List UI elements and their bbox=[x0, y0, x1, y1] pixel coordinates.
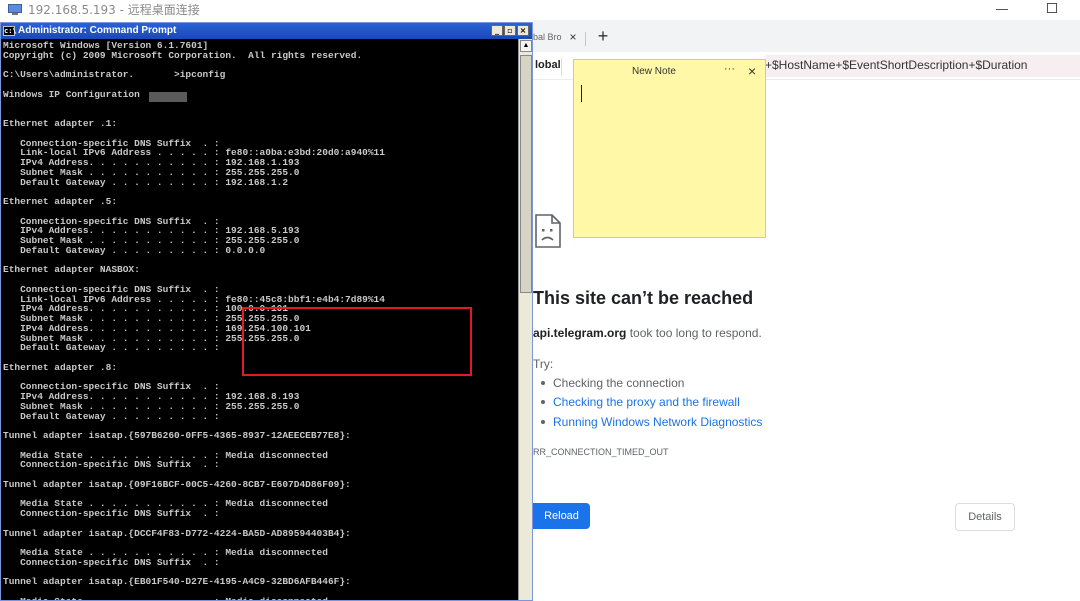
cmd-output-line: Ethernet adapter NASBOX: bbox=[3, 264, 140, 276]
cmd-output-line: Ethernet adapter .1: bbox=[3, 118, 118, 129]
tab-title: bal Bro bbox=[533, 32, 562, 42]
text-caret bbox=[581, 85, 582, 102]
window-title: 192.168.5.193 - 远程桌面连接 bbox=[28, 3, 200, 17]
details-button[interactable]: Details bbox=[955, 503, 1015, 531]
new-tab-icon[interactable]: + bbox=[595, 25, 611, 47]
cmd-output-line: Copyright (c) 2009 Microsoft Corporation… bbox=[3, 49, 363, 61]
cmd-output-line: Tunnel adapter isatap.{DCCF4F83-D772-422… bbox=[3, 527, 351, 539]
error-host-suffix: took too long to respond. bbox=[626, 326, 762, 340]
cmd-close-icon[interactable]: × bbox=[517, 25, 529, 36]
note-close-icon[interactable]: × bbox=[748, 62, 756, 80]
scroll-up-icon[interactable]: ▲ bbox=[520, 40, 532, 52]
try-label: Try: bbox=[533, 357, 554, 371]
cmd-app-icon: c:\ bbox=[3, 26, 17, 36]
error-title: This site can’t be reached bbox=[533, 288, 754, 308]
remote-desktop-title-bar: 192.168.5.193 - 远程桌面连接 bbox=[0, 0, 1080, 20]
cmd-scrollbar[interactable]: ▲ bbox=[518, 39, 532, 600]
sticky-note[interactable]: New Note ··· × bbox=[573, 59, 766, 238]
cmd-output-line: C:\Users\administrator. >ipconfig bbox=[3, 69, 226, 81]
reload-button[interactable]: Reload bbox=[533, 503, 590, 529]
cmd-output-line: Default Gateway . . . . . . . . . : 0.0.… bbox=[3, 244, 266, 256]
cmd-output-line: Media State . . . . . . . . . . . : Medi… bbox=[3, 596, 516, 600]
more-options-icon[interactable]: ··· bbox=[724, 63, 735, 75]
cmd-output-line: Ethernet adapter .5: bbox=[3, 196, 118, 207]
formula-text: +$HostName+$EventShortDescription+$Durat… bbox=[765, 58, 1028, 72]
cmd-output-line: Tunnel adapter isatap.{09F16BCF-00C5-426… bbox=[3, 478, 351, 490]
error-message: api.telegram.org took too long to respon… bbox=[533, 326, 762, 340]
bullet-icon bbox=[541, 400, 545, 404]
tab-strip: bal Bro × + bbox=[533, 20, 1080, 52]
cmd-output-line: Windows IP Configuration bbox=[3, 88, 140, 100]
note-title: New Note bbox=[632, 66, 676, 77]
bullet-icon bbox=[541, 381, 545, 385]
cmd-output-line: Connection-specific DNS Suffix . : bbox=[3, 556, 220, 568]
maximize-icon[interactable] bbox=[1047, 3, 1057, 13]
error-code: RR_CONNECTION_TIMED_OUT bbox=[533, 447, 669, 457]
cmd-window-controls: _ ▫ × bbox=[490, 25, 529, 37]
tab-close-icon[interactable]: × bbox=[567, 29, 579, 45]
screen: 192.168.5.193 - 远程桌面连接 bal Bro × + lobal… bbox=[0, 0, 1080, 601]
bullet-icon bbox=[541, 420, 545, 424]
cmd-output-line: Tunnel adapter isatap.{597B6260-0FF5-436… bbox=[3, 430, 351, 441]
cmd-output-line: Connection-specific DNS Suffix . : bbox=[3, 459, 220, 471]
cmd-output-line: Default Gateway . . . . . . . . . : bbox=[3, 410, 220, 422]
redacted-username bbox=[149, 92, 187, 102]
suggestion-item: Checking the connection bbox=[541, 376, 684, 390]
toolbar-label: lobal bbox=[535, 59, 561, 71]
suggestion-link-diagnostics[interactable]: Running Windows Network Diagnostics bbox=[541, 415, 762, 429]
cmd-restore-icon[interactable]: ▫ bbox=[504, 25, 516, 36]
toolbar-divider bbox=[561, 58, 562, 76]
sad-page-icon bbox=[535, 214, 561, 248]
minimize-icon[interactable] bbox=[996, 9, 1008, 10]
scrollbar-thumb[interactable] bbox=[520, 55, 532, 293]
command-prompt-window[interactable]: c:\ Administrator: Command Prompt _ ▫ × Mi… bbox=[0, 22, 533, 601]
cmd-output-line: Default Gateway . . . . . . . . . : 192.… bbox=[3, 176, 289, 188]
error-host: api.telegram.org bbox=[533, 326, 627, 340]
remote-desktop-icon bbox=[8, 4, 22, 15]
cmd-title: Administrator: Command Prompt bbox=[18, 25, 177, 36]
note-header: New Note ··· × bbox=[574, 60, 765, 84]
cmd-title-bar[interactable]: c:\ Administrator: Command Prompt _ ▫ × bbox=[1, 23, 532, 39]
cmd-output-line: Tunnel adapter isatap.{EB01F540-D27E-419… bbox=[3, 576, 351, 588]
cmd-output-line bbox=[3, 100, 516, 110]
cmd-minimize-icon[interactable]: _ bbox=[491, 25, 503, 36]
highlight-box bbox=[242, 307, 472, 376]
cmd-output-line: Connection-specific DNS Suffix . : bbox=[3, 508, 220, 519]
suggestion-link-proxy[interactable]: Checking the proxy and the firewall bbox=[541, 395, 740, 409]
tab-divider bbox=[585, 32, 586, 46]
